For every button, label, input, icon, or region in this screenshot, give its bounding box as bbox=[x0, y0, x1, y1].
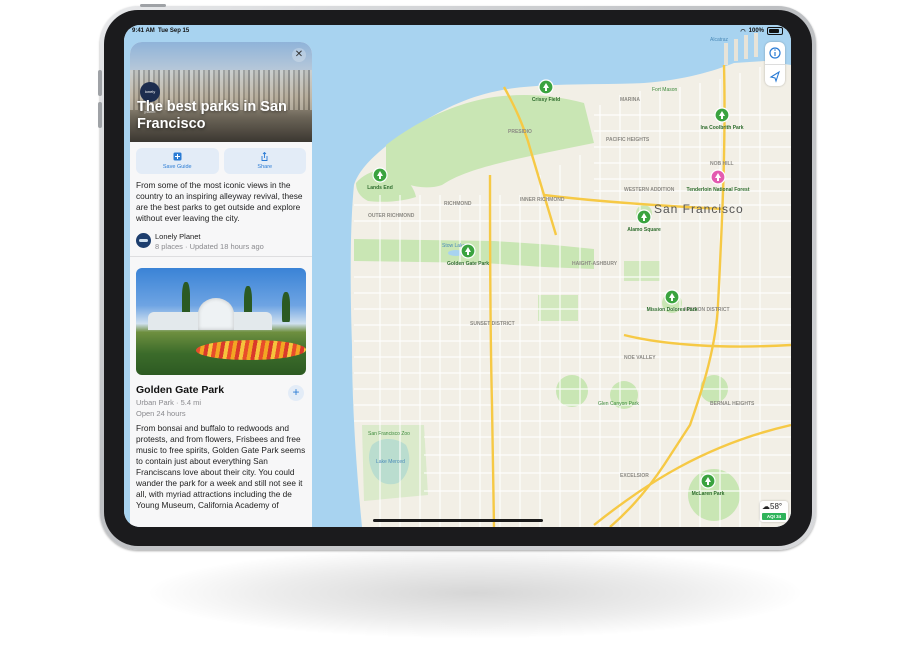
add-place-button[interactable]: + bbox=[288, 385, 304, 401]
map-info-button[interactable] bbox=[765, 42, 785, 64]
flower-beds bbox=[194, 340, 306, 360]
pin-label: McLaren Park bbox=[692, 491, 725, 497]
place-photo[interactable] bbox=[136, 268, 306, 375]
guide-sidebar: lonely planet The best parks in San Fran… bbox=[130, 42, 312, 527]
pin-label: Mission Dolores Park bbox=[647, 307, 698, 313]
guide-author[interactable]: Lonely Planet 8 places · Updated 18 hour… bbox=[136, 231, 308, 253]
map-label-nob-hill: NOB HILL bbox=[710, 161, 734, 167]
map-label-lake-merced: Lake Merced bbox=[376, 459, 405, 465]
conservatory-dome bbox=[198, 298, 234, 330]
device-shadow bbox=[150, 548, 800, 638]
place-description: From bonsai and buffalo to redwoods and … bbox=[136, 423, 306, 510]
share-button[interactable]: Share bbox=[223, 148, 306, 174]
map-label-outer-richmond: OUTER RICHMOND bbox=[368, 213, 415, 219]
map-label-excelsior: EXCELSIOR bbox=[620, 473, 649, 479]
share-icon bbox=[261, 152, 268, 161]
map-label-presidio: PRESIDIO bbox=[508, 129, 532, 135]
close-button[interactable]: ✕ bbox=[292, 48, 306, 62]
author-avatar bbox=[136, 233, 151, 248]
plus-square-icon bbox=[173, 152, 182, 161]
screen: San Francisco MARINA PRESIDIO OUTER RICH… bbox=[124, 25, 791, 527]
pin-label: Ina Coolbrith Park bbox=[700, 125, 743, 131]
park-area bbox=[556, 375, 588, 407]
map-label-fort-mason: Fort Mason bbox=[652, 87, 678, 93]
palm-tree bbox=[182, 282, 190, 316]
aqi-badge: AQI 34 bbox=[762, 513, 786, 520]
battery-icon bbox=[767, 27, 783, 35]
map-label-western-addition: WESTERN ADDITION bbox=[624, 187, 675, 193]
map-label-sunset: SUNSET DISTRICT bbox=[470, 321, 515, 327]
place-hours: Open 24 hours bbox=[136, 409, 186, 418]
status-icons: ◠ 100% bbox=[740, 27, 783, 35]
status-bar: 9:41 AM Tue Sep 15 ◠ 100% bbox=[124, 25, 791, 39]
guide-actions: Save Guide Share bbox=[136, 148, 306, 174]
conservatory-wing bbox=[228, 312, 272, 330]
map-controls bbox=[765, 42, 785, 86]
top-button bbox=[140, 4, 166, 7]
pin-label: Alamo Square bbox=[627, 227, 661, 233]
status-date: Tue Sep 15 bbox=[158, 28, 190, 34]
place-type: Urban Park · 5.4 mi bbox=[136, 398, 202, 407]
pin-label: Tenderloin National Forest bbox=[687, 187, 750, 193]
map-label-inner-richmond: INNER RICHMOND bbox=[520, 197, 565, 203]
guide-description: From some of the most iconic views in th… bbox=[136, 180, 303, 223]
map-label-city: San Francisco bbox=[654, 202, 744, 216]
divider bbox=[130, 256, 312, 257]
pin-label: Crissy Field bbox=[532, 97, 560, 103]
map-label-pacific-heights: PACIFIC HEIGHTS bbox=[606, 137, 650, 143]
pin-label: Lands End bbox=[367, 185, 393, 191]
pin-label: Golden Gate Park bbox=[447, 261, 489, 267]
guide-title: The best parks in San Francisco bbox=[137, 99, 287, 132]
weather-widget[interactable]: ☁58° AQI 34 bbox=[760, 501, 788, 522]
place-name: Golden Gate Park bbox=[136, 384, 225, 396]
close-icon: ✕ bbox=[294, 49, 304, 60]
park-area bbox=[538, 295, 578, 321]
save-guide-label: Save Guide bbox=[162, 164, 192, 170]
weather-temperature: ☁58° bbox=[762, 502, 783, 511]
author-name: Lonely Planet bbox=[155, 232, 201, 241]
share-label: Share bbox=[257, 164, 273, 170]
battery-percent: 100% bbox=[748, 28, 764, 34]
home-indicator[interactable] bbox=[373, 519, 543, 522]
map-label-noe-valley: NOE VALLEY bbox=[624, 355, 656, 361]
weather-temp-value: 58° bbox=[770, 502, 783, 511]
save-guide-button[interactable]: Save Guide bbox=[136, 148, 219, 174]
status-time: 9:41 AM bbox=[132, 28, 155, 34]
park-area bbox=[624, 261, 660, 281]
map-label-sf-zoo: San Francisco Zoo bbox=[368, 431, 410, 437]
guide-meta: 8 places · Updated 18 hours ago bbox=[155, 242, 264, 251]
volume-button bbox=[98, 102, 102, 128]
plus-icon: + bbox=[292, 385, 300, 399]
volume-button bbox=[98, 70, 102, 96]
wifi-icon: ◠ bbox=[740, 28, 746, 35]
map-label-glen-canyon: Glen Canyon Park bbox=[598, 401, 639, 407]
map-location-button[interactable] bbox=[765, 64, 785, 86]
info-icon bbox=[769, 47, 781, 59]
location-arrow-icon bbox=[769, 70, 781, 83]
map-label-marina: MARINA bbox=[620, 97, 640, 103]
map-label-richmond: RICHMOND bbox=[444, 201, 472, 207]
palm-tree bbox=[282, 292, 290, 322]
map-label-haight: HAIGHT-ASHBURY bbox=[572, 261, 618, 267]
map-label-bernal: BERNAL HEIGHTS bbox=[710, 401, 755, 407]
guide-hero-image: lonely planet The best parks in San Fran… bbox=[130, 42, 312, 142]
